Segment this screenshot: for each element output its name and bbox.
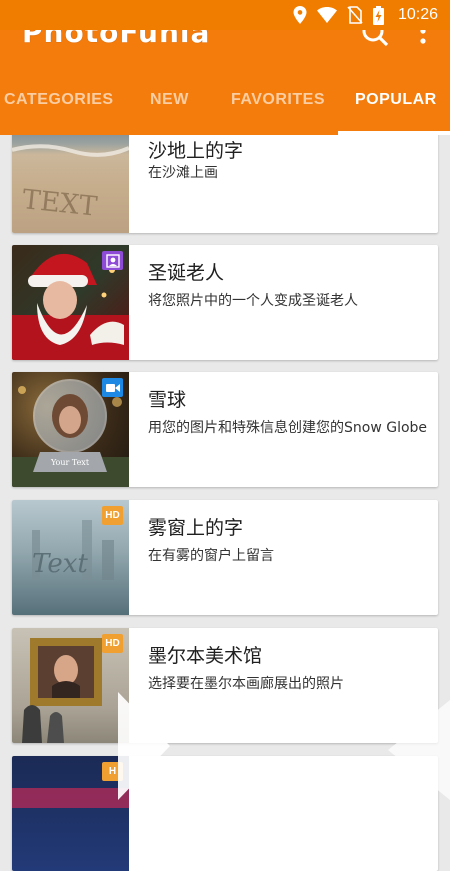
tab-categories[interactable]: CATEGORIES <box>4 91 114 121</box>
globe-text: Your Text <box>50 458 90 467</box>
battery-charging-icon <box>372 5 384 25</box>
list-item[interactable]: Your Text 雪球 用您的图片和特殊信息创建您的Snow Globe <box>12 372 438 487</box>
clock: 10:26 <box>397 6 438 23</box>
wifi-icon <box>316 7 337 23</box>
thumbnail-santa <box>12 245 129 360</box>
app-logo: PhotoFunia <box>22 30 211 49</box>
thumbnail-sand: TEXT <box>12 118 129 233</box>
thumbnail-partial: H <box>12 756 129 871</box>
sand-text: TEXT <box>21 184 99 223</box>
more-options-button[interactable] <box>413 30 433 52</box>
search-button[interactable] <box>360 30 392 48</box>
hd-badge: HD <box>102 634 123 653</box>
list-item[interactable]: H <box>12 756 438 871</box>
search-icon <box>362 30 389 47</box>
item-title: 圣诞老人 <box>148 262 225 284</box>
status-bar: 10:26 <box>0 0 450 30</box>
thumbnail-fog-window: Text HD <box>12 500 129 615</box>
app-bar: PhotoFunia CATEGORIES NEW FAVORITES POPU… <box>0 30 450 135</box>
item-title: 雪球 <box>148 389 187 411</box>
item-description: 用您的图片和特殊信息创建您的Snow Globe <box>148 420 428 436</box>
no-sim-icon <box>347 6 363 24</box>
item-description: 将您照片中的一个人变成圣诞老人 <box>148 293 358 309</box>
thumbnail-gallery: HD <box>12 628 129 743</box>
item-description: 在沙滩上画 <box>148 165 218 181</box>
tab-bar: CATEGORIES NEW FAVORITES POPULAR <box>0 75 450 135</box>
status-icons <box>293 5 384 25</box>
list-item[interactable]: Text HD 雾窗上的字 在有雾的窗户上留言 <box>12 500 438 615</box>
list-item[interactable]: HD 墨尔本美术馆 选择要在墨尔本画廊展出的照片 <box>12 628 438 743</box>
thumbnail-snow-globe: Your Text <box>12 372 129 487</box>
hd-badge: HD <box>102 506 123 525</box>
video-badge <box>102 378 123 397</box>
list-item[interactable]: 圣诞老人 将您照片中的一个人变成圣诞老人 <box>12 245 438 360</box>
tab-new[interactable]: NEW <box>150 91 189 121</box>
list-item[interactable]: TEXT 沙地上的字 在沙滩上画 <box>12 118 438 233</box>
fog-text: Text <box>32 549 88 579</box>
prev-arrow-icon[interactable] <box>388 700 450 800</box>
item-title: 沙地上的字 <box>148 140 244 162</box>
item-title: 雾窗上的字 <box>148 517 244 539</box>
item-description: 在有雾的窗户上留言 <box>148 548 274 564</box>
location-icon <box>293 6 307 24</box>
video-camera-icon <box>105 383 120 392</box>
tab-favorites[interactable]: FAVORITES <box>231 91 325 121</box>
tab-indicator <box>338 131 450 135</box>
next-arrow-icon[interactable] <box>118 692 170 800</box>
face-swap-icon <box>105 253 120 268</box>
tab-popular[interactable]: POPULAR <box>355 91 437 121</box>
face-badge <box>102 251 123 270</box>
item-title: 墨尔本美术馆 <box>148 645 263 667</box>
more-vert-icon <box>420 30 426 44</box>
item-description: 选择要在墨尔本画廊展出的照片 <box>148 676 344 692</box>
